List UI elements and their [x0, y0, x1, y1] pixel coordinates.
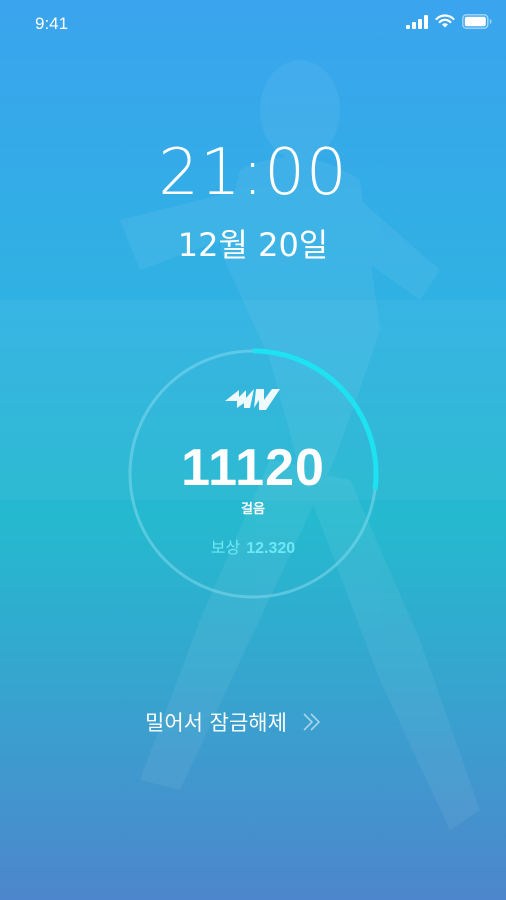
- double-chevron-right-icon: [301, 711, 323, 733]
- status-bar: 9:41: [0, 0, 506, 50]
- status-icons: [406, 14, 492, 29]
- step-progress-ring: 11120 걸음 보상 12.320: [127, 348, 379, 600]
- pw-logo-icon: [225, 389, 280, 410]
- reward-label: 보상: [210, 538, 241, 557]
- cellular-signal-icon: [406, 14, 428, 29]
- slide-to-unlock[interactable]: 밀어서 잠금해제: [145, 707, 323, 737]
- wifi-icon: [435, 14, 455, 28]
- reward-row: 보상 12.320: [127, 534, 379, 558]
- lock-clock: 21:00: [158, 136, 348, 210]
- step-count: 11120: [181, 439, 325, 497]
- unlock-label: 밀어서 잠금해제: [145, 711, 287, 735]
- lock-date: 12월 20일: [177, 226, 329, 264]
- battery-icon: [462, 14, 492, 29]
- status-time: 9:41: [35, 14, 69, 33]
- lock-screen: 9:41 21:00 12월 20일 11120 걸음 보상 12.320 밀어…: [0, 0, 506, 900]
- step-unit-label: 걸음: [241, 502, 265, 517]
- reward-value: 12.320: [246, 540, 296, 557]
